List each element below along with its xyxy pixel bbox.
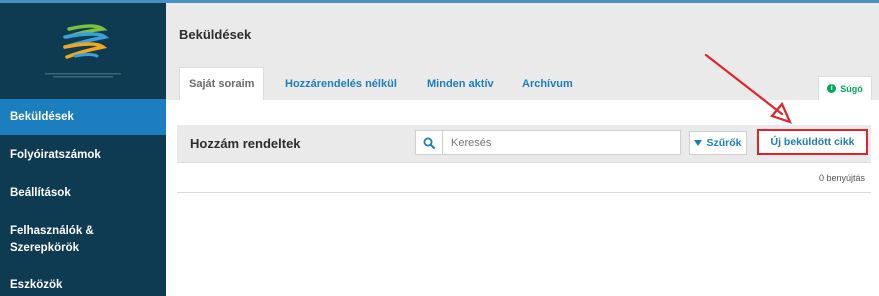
page-title: Beküldések: [179, 27, 252, 42]
sidebar-item-label: Eszközök: [10, 278, 63, 291]
sidebar-item-issues[interactable]: Folyóiratszámok: [0, 137, 166, 173]
sidebar-item-settings[interactable]: Beállítások: [0, 175, 166, 211]
help-button[interactable]: i Súgó: [818, 76, 872, 100]
sidebar-item-label: Felhasználók & Szerepkörök: [10, 225, 94, 254]
filters-button[interactable]: Szűrők: [689, 131, 747, 155]
red-arrow-icon: [704, 53, 793, 124]
logo-caption: [45, 73, 121, 78]
main-area: Beküldések Saját soraim Hozzárendelés né…: [166, 0, 879, 296]
ojs-logo-icon[interactable]: [55, 23, 115, 61]
sidebar-item-tools[interactable]: Eszközök: [0, 267, 166, 296]
sidebar-item-submissions[interactable]: Beküldések: [0, 99, 166, 135]
tab-my-queue[interactable]: Saját soraim: [179, 67, 265, 100]
tab-label: Hozzárendelés nélkül: [285, 77, 397, 90]
help-label: Súgó: [840, 83, 863, 94]
new-submission-button[interactable]: Új beküldött cikk: [757, 129, 868, 155]
submission-count: 0 benyújtás: [818, 173, 865, 183]
search-box: [415, 130, 681, 155]
tab-archive[interactable]: Archívum: [513, 67, 582, 100]
search-input[interactable]: [451, 132, 671, 153]
search-icon[interactable]: [416, 131, 443, 154]
tab-unassigned[interactable]: Hozzárendelés nélkül: [276, 67, 406, 100]
panel-title: Hozzám rendeltek: [190, 136, 301, 151]
sidebar-item-label: Beküldések: [10, 110, 74, 123]
info-icon: i: [827, 84, 837, 93]
tab-label: Minden aktív: [427, 77, 494, 90]
tab-label: Archívum: [522, 77, 573, 90]
submissions-panel-header: Hozzám rendeltek Szűrők Új beküldött cik…: [177, 125, 871, 163]
tab-all-active[interactable]: Minden aktív: [418, 67, 503, 100]
sidebar: Beküldések Folyóiratszámok Beállítások F…: [0, 0, 166, 296]
tab-label: Saját soraim: [189, 78, 255, 90]
funnel-icon: [694, 140, 703, 146]
sidebar-item-label: Folyóiratszámok: [10, 148, 101, 161]
new-submission-label: Új beküldött cikk: [770, 136, 855, 148]
logo-area: [0, 3, 166, 98]
filters-label: Szűrők: [706, 137, 742, 149]
sidebar-item-label: Beállítások: [10, 186, 71, 199]
sidebar-item-users-roles[interactable]: Felhasználók & Szerepkörök: [0, 216, 166, 264]
submission-count-row: 0 benyújtás: [177, 163, 871, 193]
